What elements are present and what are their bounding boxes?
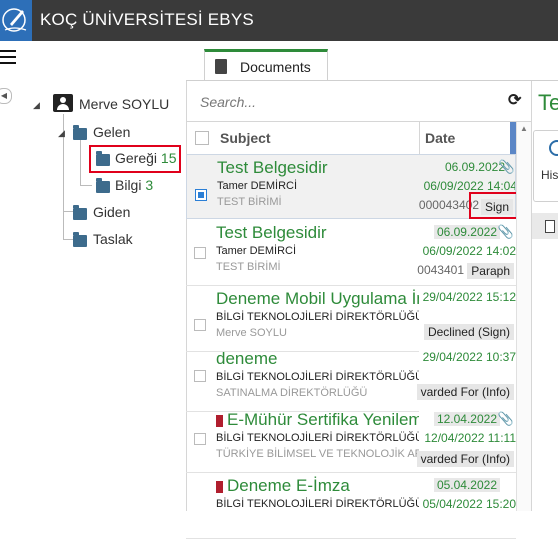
attachment-icon: 📎 [498, 159, 515, 174]
row-subject: E-Mühür Sertifika Yenileme [216, 410, 432, 430]
tab-label: Documents [240, 59, 311, 75]
tree-user[interactable]: Merve SOYLU [79, 96, 169, 112]
tree-line [63, 211, 73, 212]
row-unit: Merve SOYLU [216, 327, 287, 339]
select-all-checkbox[interactable] [195, 131, 209, 145]
table-row[interactable]: deneme BİLGİ TEKNOLOJİLERİ DİREKTÖRLÜĞÜ … [186, 346, 516, 412]
row-date: 05.04.2022 [433, 478, 500, 492]
tree-folder-giden[interactable]: Giden [93, 204, 130, 220]
row-date: 12.04.2022 [433, 412, 500, 426]
menu-icon[interactable] [0, 50, 18, 64]
row-checkbox[interactable] [194, 370, 206, 382]
tree-line [63, 239, 73, 240]
row-checkbox[interactable] [194, 319, 206, 331]
row-subject: Deneme E-İmza [216, 476, 350, 496]
table-row[interactable]: Deneme Mobil Uygulama İmza BİLGİ TEKNOLO… [186, 286, 516, 352]
folder-icon [96, 178, 110, 193]
row-sender: BİLGİ TEKNOLOJİLERİ DİREKTÖRLÜĞÜ [216, 432, 424, 444]
column-header-date[interactable]: Date [425, 130, 455, 146]
expand-triangle-icon[interactable]: ◢ [33, 100, 40, 111]
user-icon [53, 94, 73, 112]
tree-line [80, 140, 81, 185]
row-subject: Deneme Mobil Uygulama İmza [216, 289, 449, 308]
row-checkbox[interactable] [195, 189, 207, 201]
tree-folder-bilgi[interactable]: Bilgi 3 [115, 177, 153, 193]
row-date: 06.09.2022 [444, 160, 505, 174]
row-timestamp: 06/09/2022 14:04 [423, 179, 516, 193]
history-label: His [541, 168, 558, 182]
row-sender: BİLGİ TEKNOLOJİLERİ DİREKTÖRLÜĞÜ [216, 311, 424, 323]
row-unit: SATINALMA DİREKTÖRLÜĞÜ [216, 387, 368, 399]
attachment-icon: 📎 [497, 224, 514, 239]
row-action-badge[interactable]: varded For (Info) [416, 384, 514, 400]
row-sender: BİLGİ TEKNOLOJİLERİ DİREKTÖRLÜĞÜ [216, 371, 424, 383]
row-date: 06.09.2022 [433, 225, 500, 239]
row-subject: Test Belgesidir [216, 223, 327, 242]
row-sender: Tamer DEMİRCİ [216, 245, 297, 257]
tree-folder-gelen[interactable]: Gelen [93, 124, 130, 140]
app-logo [0, 0, 32, 41]
app-title: KOÇ ÜNİVERSİTESİ EBYS [40, 10, 254, 29]
folder-count: 3 [145, 177, 154, 193]
document-icon[interactable] [545, 220, 555, 233]
column-header-subject[interactable]: Subject [220, 130, 271, 146]
row-sender: BİLGİ TEKNOLOJİLERİ DİREKTÖRLÜĞÜ [216, 498, 424, 510]
row-date-column: 05.04.2022 05/04/2022 15:20 [419, 473, 516, 538]
row-unit: TEST BİRİMİ [217, 196, 282, 208]
row-subject: Test Belgesidir [217, 158, 328, 177]
row-doc-number: 0043401 [417, 263, 464, 277]
list-scrollbar[interactable]: ▲ [516, 122, 531, 511]
table-row[interactable]: Deneme E-İmza BİLGİ TEKNOLOJİLERİ DİREKT… [186, 473, 516, 539]
search-input[interactable]: Search... [200, 94, 256, 110]
folder-icon [73, 125, 87, 140]
bookmark-icon [216, 414, 223, 427]
tree-line [80, 185, 92, 186]
row-checkbox[interactable] [194, 433, 206, 445]
title-bar: KOÇ ÜNİVERSİTESİ EBYS [0, 0, 558, 41]
table-row[interactable]: Test Belgesidir Tamer DEMİRCİ TEST BİRİM… [186, 154, 516, 219]
history-icon [549, 140, 558, 156]
collapse-panel-icon[interactable]: ◀ [0, 88, 12, 104]
highlight-box [89, 145, 181, 173]
search-bar[interactable]: Search... [186, 81, 531, 122]
table-header: Subject Date [186, 122, 516, 155]
row-action-badge[interactable]: Declined (Sign) [423, 324, 514, 340]
bookmark-icon [216, 480, 223, 493]
row-subject-text: Deneme E-İmza [227, 476, 350, 495]
row-date-column: 12.04.2022 📎 12/04/2022 11:11 varded For… [416, 407, 516, 472]
highlight-box [469, 192, 518, 219]
row-date-column: 29/04/2022 15:12 Declined (Sign) [419, 286, 516, 351]
table-row[interactable]: E-Mühür Sertifika Yenileme BİLGİ TEKNOLO… [186, 407, 516, 473]
column-divider [419, 122, 420, 154]
row-timestamp: 12/04/2022 11:11 [424, 431, 516, 445]
row-timestamp: 05/04/2022 15:20 [422, 497, 516, 511]
attachment-icon: 📎 [497, 411, 514, 426]
row-timestamp: 29/04/2022 15:12 [422, 290, 516, 304]
row-date-column: 06.09.2022 📎 06/09/2022 14:02 0043401 Pa… [417, 220, 516, 285]
row-sender: Tamer DEMİRCİ [217, 180, 298, 192]
row-subject: deneme [216, 349, 278, 368]
row-action-badge[interactable]: Paraph [467, 263, 514, 279]
folder-label: Bilgi [115, 177, 142, 193]
scroll-up-icon[interactable]: ▲ [520, 124, 528, 133]
row-timestamp: 06/09/2022 14:02 [422, 244, 516, 258]
row-action-badge[interactable]: varded For (Info) [416, 451, 514, 467]
tree-folder-taslak[interactable]: Taslak [93, 231, 133, 247]
expand-triangle-icon[interactable]: ◢ [58, 128, 65, 139]
folder-icon [73, 205, 87, 220]
folder-icon [73, 232, 87, 247]
row-checkbox[interactable] [194, 247, 206, 259]
table-row[interactable]: Test Belgesidir Tamer DEMİRCİ TEST BİRİM… [186, 220, 516, 286]
book-icon [215, 59, 227, 74]
refresh-icon[interactable]: ⟳ [508, 90, 521, 110]
row-subject-text: E-Mühür Sertifika Yenileme [227, 410, 433, 429]
row-unit: TEST BİRİMİ [216, 261, 281, 273]
detail-title: Te [538, 90, 558, 115]
row-date-column: 29/04/2022 10:37 varded For (Info) [416, 346, 516, 411]
tab-documents[interactable]: Documents [204, 49, 328, 80]
row-timestamp: 29/04/2022 10:37 [422, 350, 516, 364]
